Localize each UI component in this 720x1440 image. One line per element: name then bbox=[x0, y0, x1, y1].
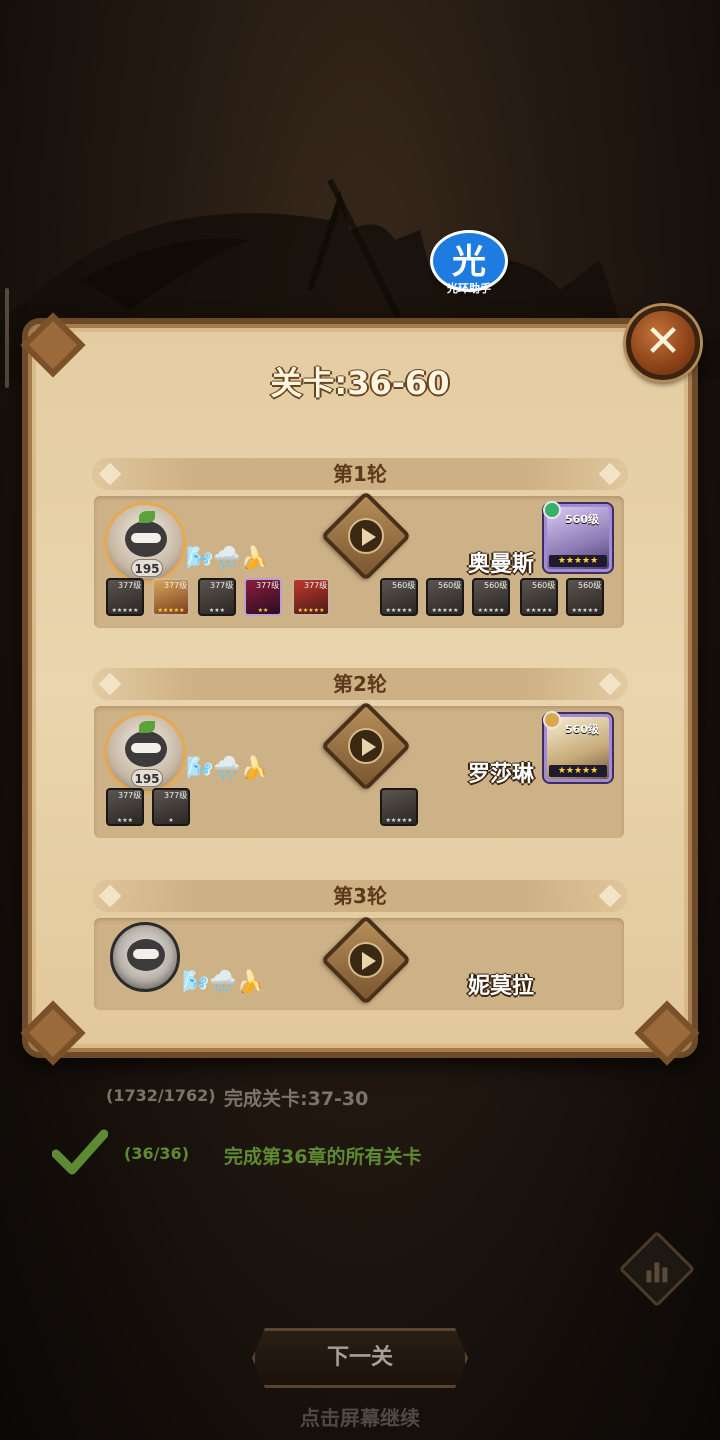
play-icon bbox=[348, 518, 384, 554]
player-hero-card[interactable]: 377级 ★★★★★ bbox=[106, 578, 144, 616]
enemy-portrait[interactable]: 560级 ★★★★★ bbox=[543, 711, 612, 782]
enemy-stars: ★★★★★ bbox=[549, 765, 607, 777]
buff-icons: 🌬️🌧️🍌 bbox=[182, 970, 265, 995]
quest-text: 完成关卡:37-30 bbox=[224, 1088, 369, 1110]
bar-chart-icon bbox=[646, 1258, 670, 1283]
player-level-badge: 195 bbox=[131, 559, 163, 577]
round-label: 第1轮 bbox=[333, 462, 387, 486]
leaf-icon bbox=[139, 511, 155, 523]
enemy-hero-card[interactable]: 560级 ★★★★★ bbox=[520, 578, 558, 616]
buff-icons: 🌬️🌧️🍌 bbox=[186, 546, 269, 571]
raccoon-eyes-icon bbox=[131, 743, 161, 753]
close-button[interactable]: ✕ bbox=[626, 306, 700, 380]
header-diamond-icon bbox=[98, 672, 122, 696]
quest-row: (36/36) 完成第36章的所有关卡 bbox=[0, 1134, 720, 1174]
next-stage-button[interactable]: 下一关 bbox=[252, 1328, 468, 1388]
enemy-name: 妮莫拉 bbox=[468, 974, 535, 999]
enemy-name: 奥曼斯 bbox=[468, 552, 535, 577]
enemy-portrait[interactable]: 560级 ★★★★★ bbox=[543, 501, 612, 572]
header-diamond-icon bbox=[598, 672, 622, 696]
faction-gem-icon bbox=[543, 711, 561, 729]
enemy-hero-card[interactable]: 560级 ★★★★★ bbox=[426, 578, 464, 616]
tap-to-continue-hint[interactable]: 点击屏幕继续 bbox=[0, 1402, 720, 1431]
raccoon-eyes-icon bbox=[131, 533, 161, 543]
enemy-level: 560级 bbox=[565, 513, 599, 526]
player-avatar[interactable] bbox=[110, 922, 180, 992]
badge-caption: 光环助手 bbox=[447, 282, 491, 295]
player-hero-card[interactable]: 377级 ★★★★★ bbox=[152, 578, 190, 616]
round-row: 🌬️🌧️🍌 妮莫拉 bbox=[94, 914, 624, 1010]
buff-icons: 🌬️🌧️🍌 bbox=[186, 756, 269, 781]
enemy-hero-card[interactable]: 560级 ★★★★★ bbox=[380, 578, 418, 616]
helper-app-badge[interactable]: 光 光环助手 bbox=[430, 230, 510, 300]
round-header: 第1轮 bbox=[92, 458, 628, 490]
header-diamond-icon bbox=[598, 462, 622, 486]
badge-glyph: 光 bbox=[452, 242, 486, 282]
play-replay-button[interactable] bbox=[320, 700, 412, 792]
player-hero-card[interactable]: 377级 ★★ bbox=[244, 578, 282, 616]
player-hero-card[interactable]: 377级 ★★★★★ bbox=[292, 578, 330, 616]
header-diamond-icon bbox=[598, 884, 622, 908]
player-hero-card[interactable]: 377级 ★ bbox=[152, 788, 190, 826]
player-level-badge: 195 bbox=[131, 769, 163, 787]
quest-progress: (1732/1762) bbox=[106, 1086, 216, 1105]
battle-stats-button[interactable] bbox=[618, 1230, 696, 1308]
scroll-indicator[interactable] bbox=[5, 288, 9, 388]
header-diamond-icon bbox=[98, 884, 122, 908]
round-label: 第3轮 bbox=[333, 884, 387, 908]
quest-text: 完成第36章的所有关卡 bbox=[224, 1146, 422, 1168]
faction-gem-icon bbox=[543, 501, 561, 519]
play-icon bbox=[348, 728, 384, 764]
player-avatar[interactable]: 195 bbox=[104, 712, 186, 794]
play-replay-button[interactable] bbox=[320, 914, 412, 1006]
round-header: 第3轮 bbox=[92, 880, 628, 912]
enemy-hero-card[interactable]: 560级 ★★★★★ bbox=[472, 578, 510, 616]
round-header: 第2轮 bbox=[92, 668, 628, 700]
round-row: 195 🌬️🌧️🍌 奥曼斯 560级 ★★★★★ 377级 ★★★★★ 377级 ★… bbox=[94, 490, 624, 628]
enemy-hero-card[interactable]: ★★★★★ bbox=[380, 788, 418, 826]
header-diamond-icon bbox=[98, 462, 122, 486]
enemy-name: 罗莎琳 bbox=[468, 762, 535, 787]
play-icon bbox=[348, 942, 384, 978]
raccoon-eyes-icon bbox=[133, 949, 159, 959]
play-replay-button[interactable] bbox=[320, 490, 412, 582]
round-label: 第2轮 bbox=[333, 672, 387, 696]
enemy-stars: ★★★★★ bbox=[549, 555, 607, 567]
enemy-hero-card[interactable]: 560级 ★★★★★ bbox=[566, 578, 604, 616]
panel-title: 关卡:36-60 bbox=[270, 364, 450, 402]
quest-progress: (36/36) bbox=[124, 1144, 189, 1163]
round-row: 195 🌬️🌧️🍌 罗莎琳 560级 ★★★★★ 377级 ★★★ 377级 ★ ★… bbox=[94, 700, 624, 838]
player-avatar[interactable]: 195 bbox=[104, 502, 186, 584]
player-hero-card[interactable]: 377级 ★★★ bbox=[106, 788, 144, 826]
quest-row: (1732/1762) 完成关卡:37-30 bbox=[0, 1076, 720, 1116]
leaf-icon bbox=[139, 721, 155, 733]
enemy-level: 560级 bbox=[565, 723, 599, 736]
player-hero-card[interactable]: 377级 ★★★ bbox=[198, 578, 236, 616]
